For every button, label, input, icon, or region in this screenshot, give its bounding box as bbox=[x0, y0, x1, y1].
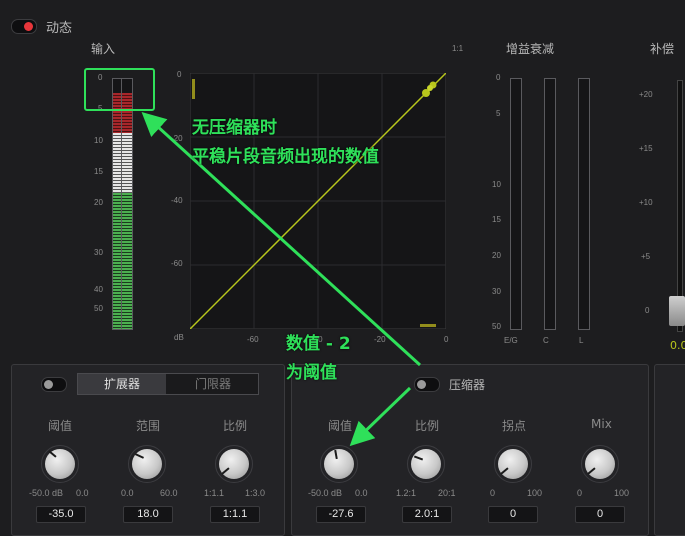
annotation-note-2-line-2: 为阈值 bbox=[286, 363, 337, 383]
annotation-note-1-line-1: 无压缩器时 bbox=[192, 118, 277, 138]
annotation-arrows bbox=[141, 111, 422, 447]
annotation-note-2-line-1: 数值 - 2 bbox=[286, 334, 351, 354]
annotation-note-1-line-2: 平稳片段音频出现的数值 bbox=[192, 147, 379, 167]
